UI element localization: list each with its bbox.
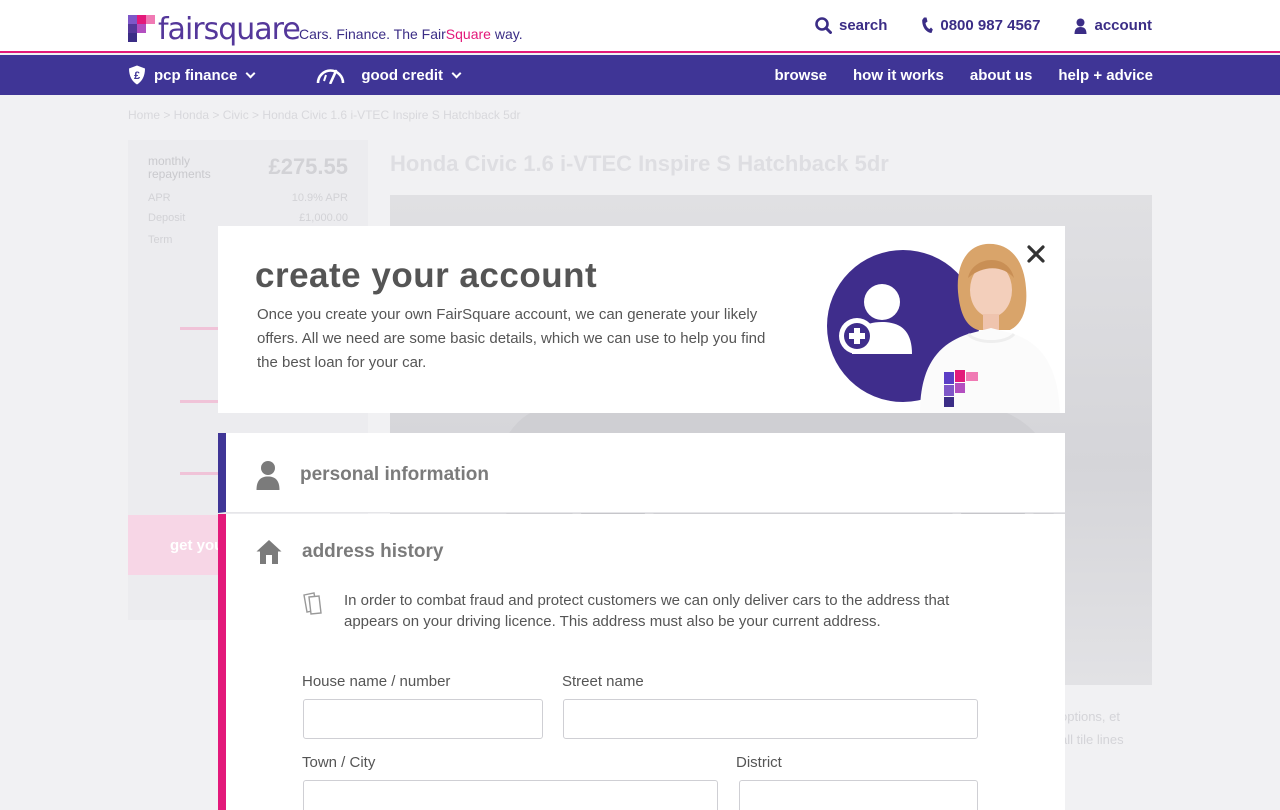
section-header: personal information (256, 460, 489, 490)
tagline-brand: Square (445, 26, 491, 42)
chevron-down-icon (451, 68, 462, 78)
logo-text: fairsquare (158, 12, 301, 47)
close-icon (1027, 245, 1045, 263)
personal-information-title: personal information (300, 464, 489, 485)
modal-title: create your account (255, 256, 598, 295)
note-line: options, et (1060, 709, 1120, 724)
nav-left: £ pcp finance good credit (128, 55, 462, 95)
account-link[interactable]: account (1074, 17, 1152, 34)
personal-information-section[interactable]: personal information (218, 433, 1065, 513)
breadcrumb: Home > Honda > Civic > Honda Civic 1.6 i… (128, 108, 521, 122)
speedometer-icon (317, 68, 345, 84)
slider-track[interactable] (180, 327, 220, 330)
nav-pcp-finance-label: pcp finance (154, 66, 238, 84)
car-title: Honda Civic 1.6 i-VTEC Inspire S Hatchba… (390, 151, 889, 176)
slider-track[interactable] (180, 400, 220, 403)
close-modal-button[interactable] (1024, 242, 1048, 266)
address-notice-text: In order to combat fraud and protect cus… (344, 592, 950, 630)
fairsquare-logo[interactable]: fairsquare (128, 12, 301, 47)
pound-shield-icon: £ (129, 65, 145, 85)
tagline-pre: Cars. Finance. The Fair (299, 26, 446, 42)
nav-pcp-finance[interactable]: £ pcp finance (128, 65, 256, 85)
document-icon (303, 592, 322, 615)
district-label: District (736, 754, 782, 771)
row-label: Term (148, 234, 173, 246)
search-label: search (839, 17, 888, 34)
side-row: APR 10.9% APR (148, 192, 348, 204)
monthly-price: £275.55 (268, 154, 348, 179)
account-label: account (1094, 17, 1152, 34)
district-input[interactable] (739, 780, 978, 810)
search-icon (815, 17, 832, 34)
phone-number: 0800 987 4567 (940, 17, 1041, 34)
nav-help-advice[interactable]: help + advice (1058, 67, 1153, 84)
chevron-down-icon (245, 68, 256, 78)
side-row: Deposit £1,000.00 (148, 212, 348, 224)
row-label: APR (148, 192, 171, 204)
main-nav: £ pcp finance good credit browse how it … (0, 55, 1280, 95)
house-icon (256, 540, 282, 564)
phone-link[interactable]: 0800 987 4567 (921, 17, 1040, 34)
slider-track[interactable] (180, 472, 220, 475)
tagline-post: way. (490, 26, 523, 42)
nav-how-it-works[interactable]: how it works (853, 67, 944, 84)
svg-text:£: £ (134, 70, 140, 82)
address-history-section: address history In order to combat fraud… (218, 514, 1065, 810)
top-links: search 0800 987 4567 account (815, 17, 1152, 34)
section-header: address history (256, 539, 444, 565)
user-icon (1074, 18, 1087, 34)
modal-description: Once you create your own FairSquare acco… (257, 306, 766, 371)
nav-browse[interactable]: browse (775, 67, 828, 84)
town-city-label: Town / City (302, 754, 376, 771)
logo-mark-icon (128, 15, 155, 45)
street-name-input[interactable] (563, 699, 978, 739)
tagline: Cars. Finance. The FairSquare way. (299, 26, 523, 42)
person-icon (256, 461, 280, 490)
row-value: 10.9% APR (291, 192, 348, 204)
create-account-modal-header: create your account Once you create your… (218, 226, 1065, 413)
note-line: all tile lines (1060, 732, 1124, 747)
background-note: options, et all tile lines (1060, 705, 1124, 751)
address-notice: In order to combat fraud and protect cus… (302, 590, 1002, 632)
row-label: Deposit (148, 212, 186, 224)
town-city-input[interactable] (303, 780, 718, 810)
house-number-input[interactable] (303, 699, 543, 739)
nav-good-credit[interactable]: good credit (316, 66, 462, 84)
row-value: £1,000.00 (299, 212, 348, 224)
nav-good-credit-label: good credit (361, 66, 444, 84)
top-header: fairsquare Cars. Finance. The FairSquare… (0, 0, 1280, 53)
street-name-label: Street name (562, 673, 644, 690)
phone-icon (922, 17, 934, 33)
address-history-title: address history (302, 541, 444, 562)
search-link[interactable]: search (815, 17, 887, 34)
nav-about-us[interactable]: about us (970, 67, 1033, 84)
house-number-label: House name / number (302, 673, 451, 690)
monthly-label: monthly repayments (148, 154, 211, 181)
nav-right: browse how it works about us help + advi… (775, 55, 1154, 95)
